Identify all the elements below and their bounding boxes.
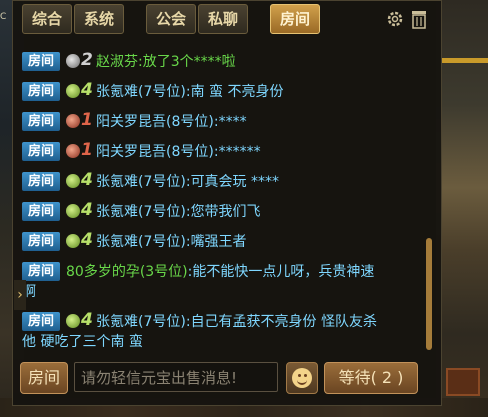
message-list: 房间 2 赵淑芬:放了3个****啦 房间 4 张氪难(7号位):南 蛮 不亮身份 房间… [14,44,420,354]
message-text: 能不能快一点儿呀，兵贵神速 [192,264,375,280]
rank-badge: 1 [66,110,96,130]
rank-icon [66,314,80,328]
chat-message: 房间 2 赵淑芬:放了3个****啦 [22,50,418,72]
message-text: 自己有孟获不亮身份 怪队友杀 [190,314,378,330]
chat-scrollbar[interactable] [426,238,432,350]
rank-icon [66,144,80,158]
chat-message: 房间 1 阳关罗昆吾(8号位):****** [22,140,418,162]
rank-badge: 4 [66,200,96,220]
trash-icon[interactable] [410,9,428,29]
message-text: 南 蛮 不亮身份 [190,84,284,100]
chevron-right-icon[interactable]: › [14,280,26,310]
rank-badge: 4 [66,230,96,250]
message-text: 放了3个****啦 [142,54,236,70]
sender-name[interactable]: 张氪难(7号位) [96,314,186,330]
tab-general[interactable]: 综合 [22,4,72,34]
chat-message: 房间 4 张氪难(7号位):自己有孟获不亮身份 怪队友杀 他 硬吃了三个南 蛮 [22,310,418,352]
message-text: 您带我们飞 [190,204,261,220]
message-text: 嘴强王者 [190,234,247,250]
message-text: ****** [218,144,261,160]
rank-badge: 4 [66,310,96,330]
channel-badge: 房间 [22,172,60,191]
sender-name[interactable]: 张氪难(7号位) [96,234,186,250]
channel-badge: 房间 [22,312,60,331]
chat-message: 房间 4 张氪难(7号位):嘴强王者 [22,230,418,252]
chat-message: 房间 80多岁的孕(3号位):能不能快一点儿呀，兵贵神速 啊 [22,262,418,302]
rank-badge: 2 [66,50,96,70]
sender-name[interactable]: 阳关罗昆吾(8号位) [96,114,214,130]
message-text: **** [218,114,247,130]
channel-badge: 房间 [22,112,60,131]
rank-badge: 4 [66,80,96,100]
chat-message: 房间 4 张氪难(7号位):您带我们飞 [22,200,418,222]
rank-icon [66,114,80,128]
sender-name[interactable]: 赵淑芬 [96,54,138,70]
wait-button[interactable]: 等待( 2 ) [324,362,418,394]
chat-message: 房间 4 张氪难(7号位):南 蛮 不亮身份 [22,80,418,102]
sender-name[interactable]: 阳关罗昆吾(8号位) [96,144,214,160]
rank-icon [66,234,80,248]
sender-name[interactable]: 张氪难(7号位) [96,174,186,190]
rank-icon [66,54,80,68]
rank-badge: 4 [66,170,96,190]
channel-badge: 房间 [22,232,60,251]
rank-icon [66,174,80,188]
message-text: 可真会玩 **** [190,174,280,190]
channel-badge: 房间 [22,52,60,71]
message-input[interactable]: 请勿轻信元宝出售消息! [74,362,278,392]
tab-guild[interactable]: 公会 [146,4,196,34]
message-text-continued: 啊 [22,284,36,300]
channel-select-button[interactable]: 房间 [20,362,68,394]
chat-message: 房间 1 阳关罗昆吾(8号位):**** [22,110,418,132]
chat-message: 房间 4 张氪难(7号位):可真会玩 **** [22,170,418,192]
ornament-icon [446,368,480,396]
sender-name[interactable]: 张氪难(7号位) [96,84,186,100]
sender-name[interactable]: 张氪难(7号位) [96,204,186,220]
rank-badge: 1 [66,140,96,160]
tab-room[interactable]: 房间 [270,4,320,34]
progress-strip [442,58,488,63]
rank-icon [66,84,80,98]
sender-name[interactable]: 80多岁的孕(3号位) [66,264,188,280]
tab-system[interactable]: 系统 [74,4,124,34]
background-fragment-text: C [0,12,7,22]
channel-badge: 房间 [22,262,60,281]
message-text-continued: 他 硬吃了三个南 蛮 [22,334,143,350]
game-background-right [436,0,488,417]
channel-badge: 房间 [22,82,60,101]
channel-badge: 房间 [22,202,60,221]
tab-private[interactable]: 私聊 [198,4,248,34]
chat-input-bar: 房间 请勿轻信元宝出售消息! 等待( 2 ) [14,358,434,398]
rank-icon [66,204,80,218]
gear-icon[interactable] [386,10,404,28]
channel-badge: 房间 [22,142,60,161]
emoji-button[interactable] [286,362,318,394]
